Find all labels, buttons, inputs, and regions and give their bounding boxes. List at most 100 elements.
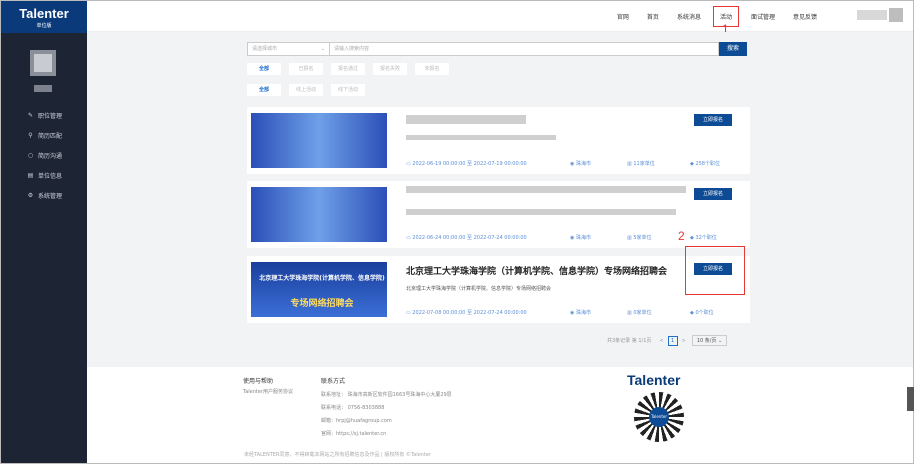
page-size-select[interactable]: 10 条/页 ⌄ [691,335,728,346]
job-count: ◆ 32个职位 [690,235,717,241]
filter-mode-all[interactable]: 全部 [247,84,281,96]
edit-icon: ✎ [27,111,34,119]
side-scroll-tab[interactable] [907,387,914,411]
footer-help-title: 使用与帮助 [243,378,274,385]
sidebar-item-label: 简历匹配 [38,132,63,140]
footer: 使用与帮助 Talenter用户服务协议 联系方式 联系地址： 珠海市高新区软件… [87,367,913,463]
filter-status-all[interactable]: 全部 [247,63,281,75]
city-select[interactable]: 请选择城市 ⌄ [247,42,330,56]
footer-phone: 联系电话： 0756-8303888 [321,405,385,411]
city-label: ◉ 珠海市 [570,310,591,316]
footer-contact: 联系方式 联系地址： 珠海市高新区软件园1663号珠海中心大厦29层 联系电话：… [321,377,452,439]
nav-activities[interactable]: 活动 [712,6,739,27]
activity-banner-blurred [251,187,387,242]
city-label: ◉ 珠海市 [570,161,591,167]
annotation-number: 2 [678,229,685,243]
sidebar-item-label: 简历沟通 [38,152,63,160]
title-blurred [406,186,686,193]
banner-title: 北京理工大学珠海学院(计算机学院、信息学院) [259,275,385,282]
footer-contact-title: 联系方式 [321,378,346,385]
footer-logo: Talenter [627,372,681,388]
nav-feedback[interactable]: 意见反馈 [793,12,817,21]
next-page-button[interactable]: > [682,338,686,344]
filter-status-applied[interactable]: 已报名 [289,63,323,75]
filter-mode-online[interactable]: 线上活动 [289,84,323,96]
main-content: 请选择城市 ⌄ 请输入搜索内容 搜索 全部 已报名 报名通过 报名失败 未报名 … [87,32,913,367]
user-avatar[interactable] [889,8,903,22]
nav-official-site[interactable]: 官网 [617,12,629,21]
footer-site[interactable]: 官网：https://sj.talenter.cn [321,429,452,439]
sidebar-item-label: 职位管理 [38,112,63,120]
search-bar: 请选择城市 ⌄ 请输入搜索内容 搜索 [247,42,747,56]
sidebar-item-company-info[interactable]: ▤ 单位信息 [27,165,62,185]
filter-status-approved[interactable]: 报名通过 [331,63,365,75]
date-range: ▭ 2022-07-08 00:00:00 至 2022-07-24 00:00… [406,310,527,316]
sidebar-nav: ✎ 职位管理 ⚲ 简历匹配 ○ 简历沟通 ▤ 单位信息 ⚙ 系统管理 [27,105,62,205]
unit-count: ▥ 0家单位 [627,310,652,316]
filter-status-failed[interactable]: 报名失败 [373,63,407,75]
footer-address: 联系地址： 珠海市高新区软件园1663号珠海中心大厦29层 [321,392,452,398]
activity-banner: 北京理工大学珠海学院(计算机学院、信息学院) 专场网络招聘会 [251,262,387,317]
activity-title[interactable]: 北京理工大学珠海学院（计算机学院、信息学院）专场网络招聘会 [406,264,667,277]
top-nav: 官网 首页 系统消息 活动 面试管理 意见反馈 [599,1,817,32]
unit-count: ▥ 11家单位 [627,161,655,167]
user-name-blurred [34,85,52,92]
sidebar-item-resume-chat[interactable]: ○ 简历沟通 [27,145,62,165]
annotation-highlight-box [685,246,745,295]
activity-meta: ▭ 2022-07-08 00:00:00 至 2022-07-24 00:00… [406,309,714,316]
date-range: ▭ 2022-06-24 00:00:00 至 2022-07-24 00:00… [406,235,527,241]
activity-card[interactable]: 北京理工大学珠海学院(计算机学院、信息学院) 专场网络招聘会 北京理工大学珠海学… [247,256,750,323]
date-range: ▭ 2022-06-19 00:00:00 至 2022-07-19 00:00… [406,161,527,167]
status-filters: 全部 已报名 报名通过 报名失败 未报名 [247,63,457,75]
sidebar-item-jobs[interactable]: ✎ 职位管理 [27,105,62,125]
avatar[interactable] [30,50,56,76]
sidebar-item-system[interactable]: ⚙ 系统管理 [27,185,62,205]
gear-icon: ⚙ [27,191,34,199]
activity-description: 北京理工大学珠海学院（计算机学院、信息学院）专场网络招聘会 [406,286,552,292]
page-number-current[interactable]: 1 [667,335,678,346]
activity-meta: ▭ 2022-06-19 00:00:00 至 2022-07-19 00:00… [406,160,720,167]
mode-filters: 全部 线上活动 线下活动 [247,84,373,96]
city-label: ◉ 珠海市 [570,235,591,241]
chat-icon: ○ [27,151,34,159]
sidebar-item-label: 系统管理 [38,192,63,200]
brand-edition: 单位版 [36,23,52,29]
sidebar-item-resume-match[interactable]: ⚲ 简历匹配 [27,125,62,145]
brand-logo[interactable]: Talenter 单位版 [1,1,87,33]
nav-home[interactable]: 首页 [647,12,659,21]
qr-code: Talenter [634,392,684,442]
job-count: ◆ 0个职位 [690,310,714,316]
filter-status-not-applied[interactable]: 未报名 [415,63,449,75]
search-input[interactable]: 请输入搜索内容 [330,42,719,56]
desc-blurred [406,209,676,215]
footer-copyright: 未经TALENTER同意，不得转载本网站之所有招聘信息及作品 | 版权所有 ©T… [244,452,431,458]
title-blurred [406,115,526,124]
prev-page-button[interactable]: < [659,338,663,344]
footer-email[interactable]: 邮箱：hrpj@huafagroup.com [321,416,452,426]
activity-card[interactable]: 立即报名 ▭ 2022-06-19 00:00:00 至 2022-07-19 … [247,107,750,174]
qr-code-label: Talenter [649,407,669,427]
desc-blurred [406,135,556,140]
job-count: ◆ 258个职位 [690,161,720,167]
footer-help: 使用与帮助 Talenter用户服务协议 [243,377,293,397]
apply-button[interactable]: 立即报名 [694,188,732,200]
banner-subtitle: 专场网络招聘会 [290,299,354,309]
nav-interviews[interactable]: 面试管理 [751,12,775,21]
activity-banner-blurred [251,113,387,168]
footer-service-agreement-link[interactable]: Talenter用户服务协议 [243,387,293,397]
search-icon: ⚲ [28,131,33,139]
nav-messages[interactable]: 系统消息 [677,12,701,21]
top-bar: 官网 首页 系统消息 活动 面试管理 意见反馈 [87,1,913,32]
user-menu-blurred[interactable] [857,10,887,20]
sidebar-item-label: 单位信息 [38,172,63,180]
pagination: 共3条记录 第 1/1页 < 1 > 10 条/页 ⌄ [607,335,728,346]
filter-mode-offline[interactable]: 线下活动 [331,84,365,96]
activity-meta: ▭ 2022-06-24 00:00:00 至 2022-07-24 00:00… [406,234,717,241]
apply-button[interactable]: 立即报名 [694,114,732,126]
pagination-total: 共3条记录 第 1/1页 [607,338,652,344]
chevron-down-icon: ⌄ [320,46,325,52]
brand-name: Talenter [19,6,69,21]
sidebar: Talenter 单位版 ✎ 职位管理 ⚲ 简历匹配 ○ 简历沟通 ▤ 单位信息… [1,1,87,463]
search-button[interactable]: 搜索 [719,42,747,56]
activity-card[interactable]: 立即报名 ▭ 2022-06-24 00:00:00 至 2022-07-24 … [247,181,750,248]
